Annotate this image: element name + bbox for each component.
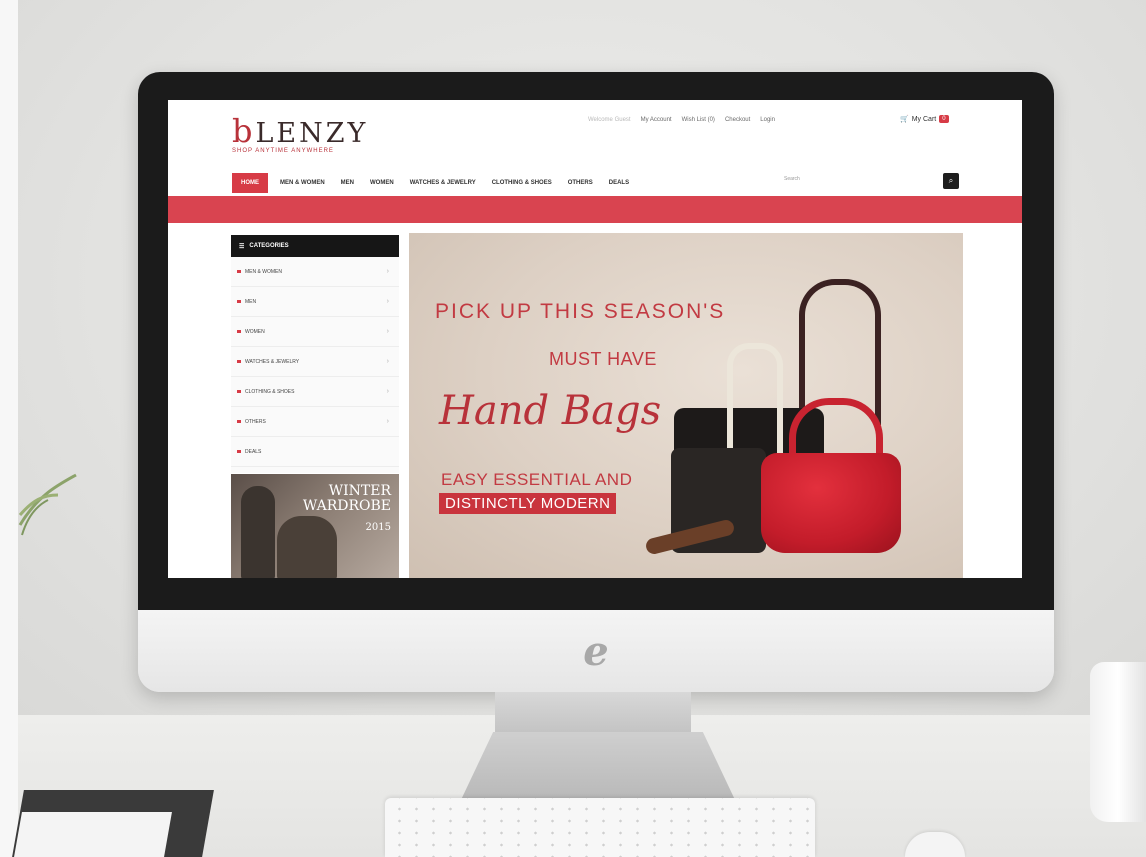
banner-tagline: EASY ESSENTIAL AND (441, 470, 633, 489)
chevron-right-icon: › (386, 418, 389, 425)
menu-icon: ☰ (239, 243, 245, 250)
top-link-checkout[interactable]: Checkout (725, 117, 750, 123)
winter-promo-banner[interactable]: WINTER WARDROBE 2015 (231, 474, 399, 578)
chevron-right-icon: › (386, 358, 389, 365)
nav-item-women[interactable]: WOMEN (370, 180, 394, 186)
site-logo[interactable]: bLENZY (232, 112, 368, 150)
plant-leaves (18, 473, 77, 536)
sidebar-item-men[interactable]: MEN › (231, 287, 399, 317)
promo-line1: WINTER (328, 483, 391, 499)
sidebar-item-women[interactable]: WOMEN › (231, 317, 399, 347)
nav-item-watches[interactable]: WATCHES & JEWELRY (410, 180, 476, 186)
chevron-right-icon: › (386, 328, 389, 335)
bullet-icon (237, 360, 241, 363)
top-link-login[interactable]: Login (760, 117, 775, 123)
sidebar-item-label: MEN & WOMEN (245, 268, 282, 275)
chevron-right-icon: › (386, 268, 389, 275)
top-link-welcome: Welcome Guest (588, 117, 631, 123)
cup (1090, 662, 1146, 822)
site-tagline: SHOP ANYTIME ANYWHERE (232, 148, 334, 154)
top-link-my-account[interactable]: My Account (641, 117, 672, 123)
sidebar-item-men-women[interactable]: MEN & WOMEN › (231, 257, 399, 287)
category-sidebar: ☰ CATEGORIES MEN & WOMEN › MEN › WOMEN › WA… (231, 235, 399, 473)
banner-headline: PICK UP THIS SEASON'S (435, 300, 726, 323)
sidebar-item-clothing[interactable]: CLOTHING & SHOES › (231, 377, 399, 407)
keyboard (385, 798, 815, 857)
monitor-stand-base (460, 732, 736, 802)
nav-item-clothing[interactable]: CLOTHING & SHOES (492, 180, 552, 186)
screen: bLENZY SHOP ANYTIME ANYWHERE Welcome Gue… (168, 100, 1022, 578)
nav-item-men[interactable]: MEN (341, 180, 354, 186)
monitor-stand-neck (495, 692, 691, 732)
promo-model-image (241, 486, 275, 578)
promo-year: 2015 (365, 522, 391, 533)
sidebar-item-label: OTHERS (245, 418, 266, 425)
red-handbag-image (761, 453, 901, 553)
chevron-right-icon: › (386, 388, 389, 395)
nav-item-others[interactable]: OTHERS (568, 180, 593, 186)
promo-model-image (277, 516, 337, 578)
sidebar-item-others[interactable]: OTHERS › (231, 407, 399, 437)
cart-icon: 🛒 (900, 116, 909, 123)
banner-tagline-highlight: DISTINCTLY MODERN (439, 493, 617, 514)
notebook-pages (14, 812, 172, 857)
sidebar-item-label: WOMEN (245, 328, 265, 335)
sidebar-item-label: WATCHES & JEWELRY (245, 358, 300, 365)
sidebar-heading-label: CATEGORIES (249, 243, 289, 249)
cart-label: My Cart (911, 115, 937, 123)
top-link-wishlist[interactable]: Wish List (0) (682, 117, 715, 123)
promo-title: WINTER WARDROBE (303, 484, 391, 514)
sidebar-item-label: DEALS (245, 448, 262, 455)
promo-line2: WARDROBE (302, 498, 391, 514)
nav-accent-bar (168, 196, 1022, 223)
logo-initial: b (232, 112, 256, 150)
cart-count-badge: 0 (939, 115, 949, 123)
cart-button[interactable]: 🛒 My Cart 0 (900, 115, 949, 123)
nav-item-men-women[interactable]: MEN & WOMEN (280, 180, 325, 186)
bullet-icon (237, 420, 241, 423)
bullet-icon (237, 450, 241, 453)
chevron-right-icon: › (386, 298, 389, 305)
sidebar-item-deals[interactable]: DEALS (231, 437, 399, 467)
logo-text: LENZY (255, 118, 369, 149)
bullet-icon (237, 330, 241, 333)
main-nav: HOME MEN & WOMEN MEN WOMEN WATCHES & JEW… (232, 172, 629, 194)
banner-subheadline: MUST HAVE (549, 349, 657, 369)
page-edge (0, 0, 18, 857)
bullet-icon (237, 270, 241, 273)
nav-item-home[interactable]: HOME (232, 173, 268, 193)
monitor-logo-icon: e (583, 628, 609, 675)
nav-item-deals[interactable]: DEALS (609, 180, 629, 186)
search-icon[interactable]: ⌕ (943, 173, 959, 189)
sidebar-item-watches[interactable]: WATCHES & JEWELRY › (231, 347, 399, 377)
sidebar-item-label: CLOTHING & SHOES (245, 388, 295, 395)
bag-strap-image (727, 343, 783, 459)
banner-title: Hand Bags (439, 388, 662, 434)
sidebar-item-label: MEN (245, 298, 257, 305)
top-links: Welcome Guest My Account Wish List (0) C… (588, 117, 775, 123)
bullet-icon (237, 300, 241, 303)
search-input[interactable]: Search (784, 176, 934, 188)
hero-banner[interactable]: PICK UP THIS SEASON'S MUST HAVE Hand Bag… (409, 233, 963, 578)
sidebar-heading[interactable]: ☰ CATEGORIES (231, 235, 399, 257)
bullet-icon (237, 390, 241, 393)
